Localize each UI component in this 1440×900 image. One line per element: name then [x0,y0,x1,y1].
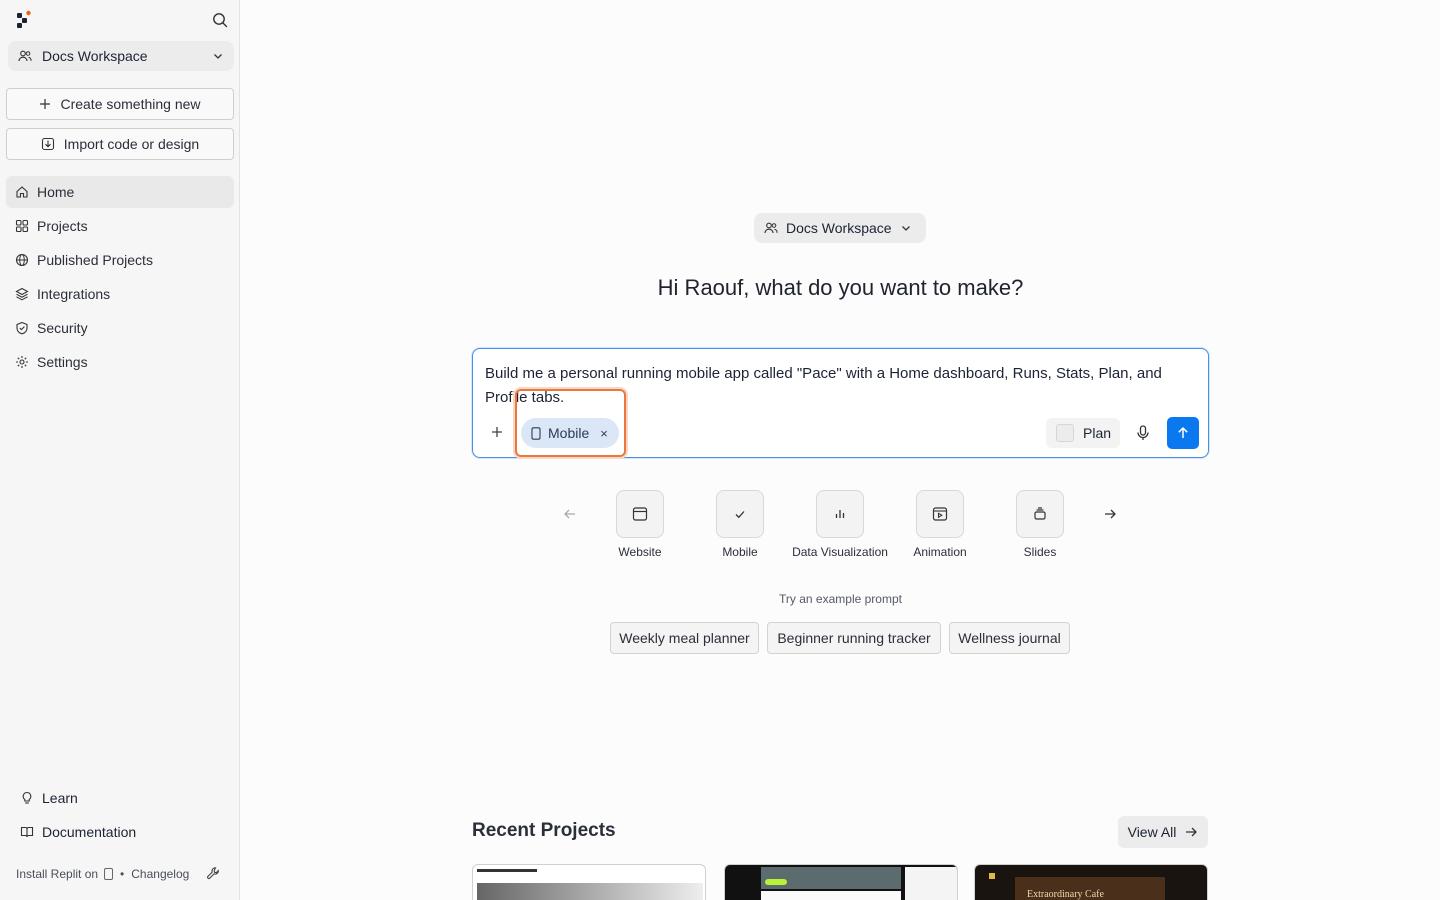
browser-icon [616,490,664,538]
learn-label: Learn [42,790,78,806]
mobile-chip[interactable]: Mobile × [521,418,619,448]
learn-link[interactable]: Learn [14,782,224,814]
chip-label: Mobile [548,425,590,441]
sidebar-item-label: Settings [37,354,88,370]
sidebar-footer: Install Replit on • Changelog [16,864,236,884]
view-all-button[interactable]: View All [1118,816,1208,848]
create-label: Create something new [60,96,201,112]
sidebar-item-label: Security [37,320,88,336]
sidebar-item-settings[interactable]: Settings [6,346,234,378]
check-icon [716,490,764,538]
replit-logo-icon[interactable] [16,10,32,28]
example-prompt-title: Try an example prompt [779,592,902,606]
category-label: Website [618,545,662,559]
layers-icon [15,287,29,301]
gear-icon [15,355,29,369]
send-button[interactable] [1167,417,1199,449]
install-replit-link[interactable]: Install Replit on [16,867,98,881]
category-label: Slides [1023,545,1057,559]
category-slides[interactable]: Slides [990,490,1090,559]
lightbulb-icon [20,791,34,805]
category-animation[interactable]: Animation [890,490,990,559]
prompt-input-box[interactable]: Build me a personal running mobile app c… [472,348,1209,458]
create-something-new-button[interactable]: Create something new [6,88,234,120]
slides-icon [1016,490,1064,538]
sidebar-item-label: Home [37,184,75,200]
chevron-down-icon [900,222,912,234]
sidebar-item-integrations[interactable]: Integrations [6,278,234,310]
sidebar-item-published-projects[interactable]: Published Projects [6,244,234,276]
sidebar-nav: Home Projects Published Projects Integra… [6,176,234,380]
example-weekly-meal-planner[interactable]: Weekly meal planner [610,622,759,654]
project-thumbnail[interactable] [724,864,958,900]
sidebar-item-label: Projects [37,218,88,234]
view-all-label: View All [1127,824,1177,840]
phone-icon [531,426,541,440]
arrow-right-icon [1184,825,1198,839]
bar-chart-icon [816,490,864,538]
main-content: Docs Workspace Hi Raouf, what do you wan… [241,0,1440,900]
documentation-link[interactable]: Documentation [14,816,224,848]
sidebar: Docs Workspace Create something new Impo… [0,0,240,900]
book-icon [20,825,34,839]
sidebar-item-home[interactable]: Home [6,176,234,208]
workspace-selector[interactable]: Docs Workspace [8,41,234,71]
home-icon [15,185,29,199]
category-mobile[interactable]: Mobile [690,490,790,559]
documentation-label: Documentation [42,824,137,840]
category-label: Animation [913,545,967,559]
wrench-icon[interactable] [206,866,221,881]
phone-icon[interactable] [104,868,114,880]
search-icon[interactable] [211,11,229,29]
category-data-visualization[interactable]: Data Visualization [790,490,890,559]
carousel-next-arrow-icon[interactable] [1101,505,1119,523]
chip-remove-button[interactable]: × [600,426,608,441]
sidebar-item-projects[interactable]: Projects [6,210,234,242]
project-thumbnail[interactable]: Extraordinary Cafe [974,864,1208,900]
plan-checkbox[interactable] [1056,424,1074,442]
workspace-pill[interactable]: Docs Workspace [754,213,926,243]
plus-icon [39,98,51,110]
import-label: Import code or design [63,136,200,152]
category-website[interactable]: Website [590,490,690,559]
workspace-pill-label: Docs Workspace [786,220,892,236]
sidebar-item-label: Integrations [37,286,111,302]
play-frame-icon [916,490,964,538]
import-code-button[interactable]: Import code or design [6,128,234,160]
sidebar-item-security[interactable]: Security [6,312,234,344]
workspace-name: Docs Workspace [42,48,148,64]
sidebar-bottom-links: Learn Documentation [14,782,224,850]
example-wellness-journal[interactable]: Wellness journal [949,622,1070,654]
greeting-heading: Hi Raouf, what do you want to make? [657,275,1024,300]
changelog-link[interactable]: Changelog [131,867,189,881]
category-label: Data Visualization [792,545,888,559]
microphone-icon[interactable] [1133,423,1153,443]
shield-icon [15,321,29,335]
plan-label: Plan [1083,425,1112,441]
footer-separator: • [120,867,125,881]
plan-toggle[interactable]: Plan [1046,418,1120,448]
project-thumbnail[interactable] [472,864,706,900]
grid-icon [15,219,29,233]
recent-projects-heading: Recent Projects [472,820,616,841]
prompt-textarea[interactable]: Build me a personal running mobile app c… [485,362,1195,410]
chevron-down-icon [212,50,224,62]
carousel-prev-arrow-icon[interactable] [561,505,579,523]
add-attachment-button[interactable] [487,422,507,442]
category-label: Mobile [722,545,758,559]
globe-icon [15,253,29,267]
sidebar-item-label: Published Projects [37,252,153,268]
example-beginner-running-tracker[interactable]: Beginner running tracker [767,622,941,654]
import-icon [41,137,55,151]
users-icon [764,221,778,235]
arrow-up-icon [1176,426,1190,440]
users-icon [18,49,32,63]
thumbnail-caption: Extraordinary Cafe [1027,889,1104,900]
